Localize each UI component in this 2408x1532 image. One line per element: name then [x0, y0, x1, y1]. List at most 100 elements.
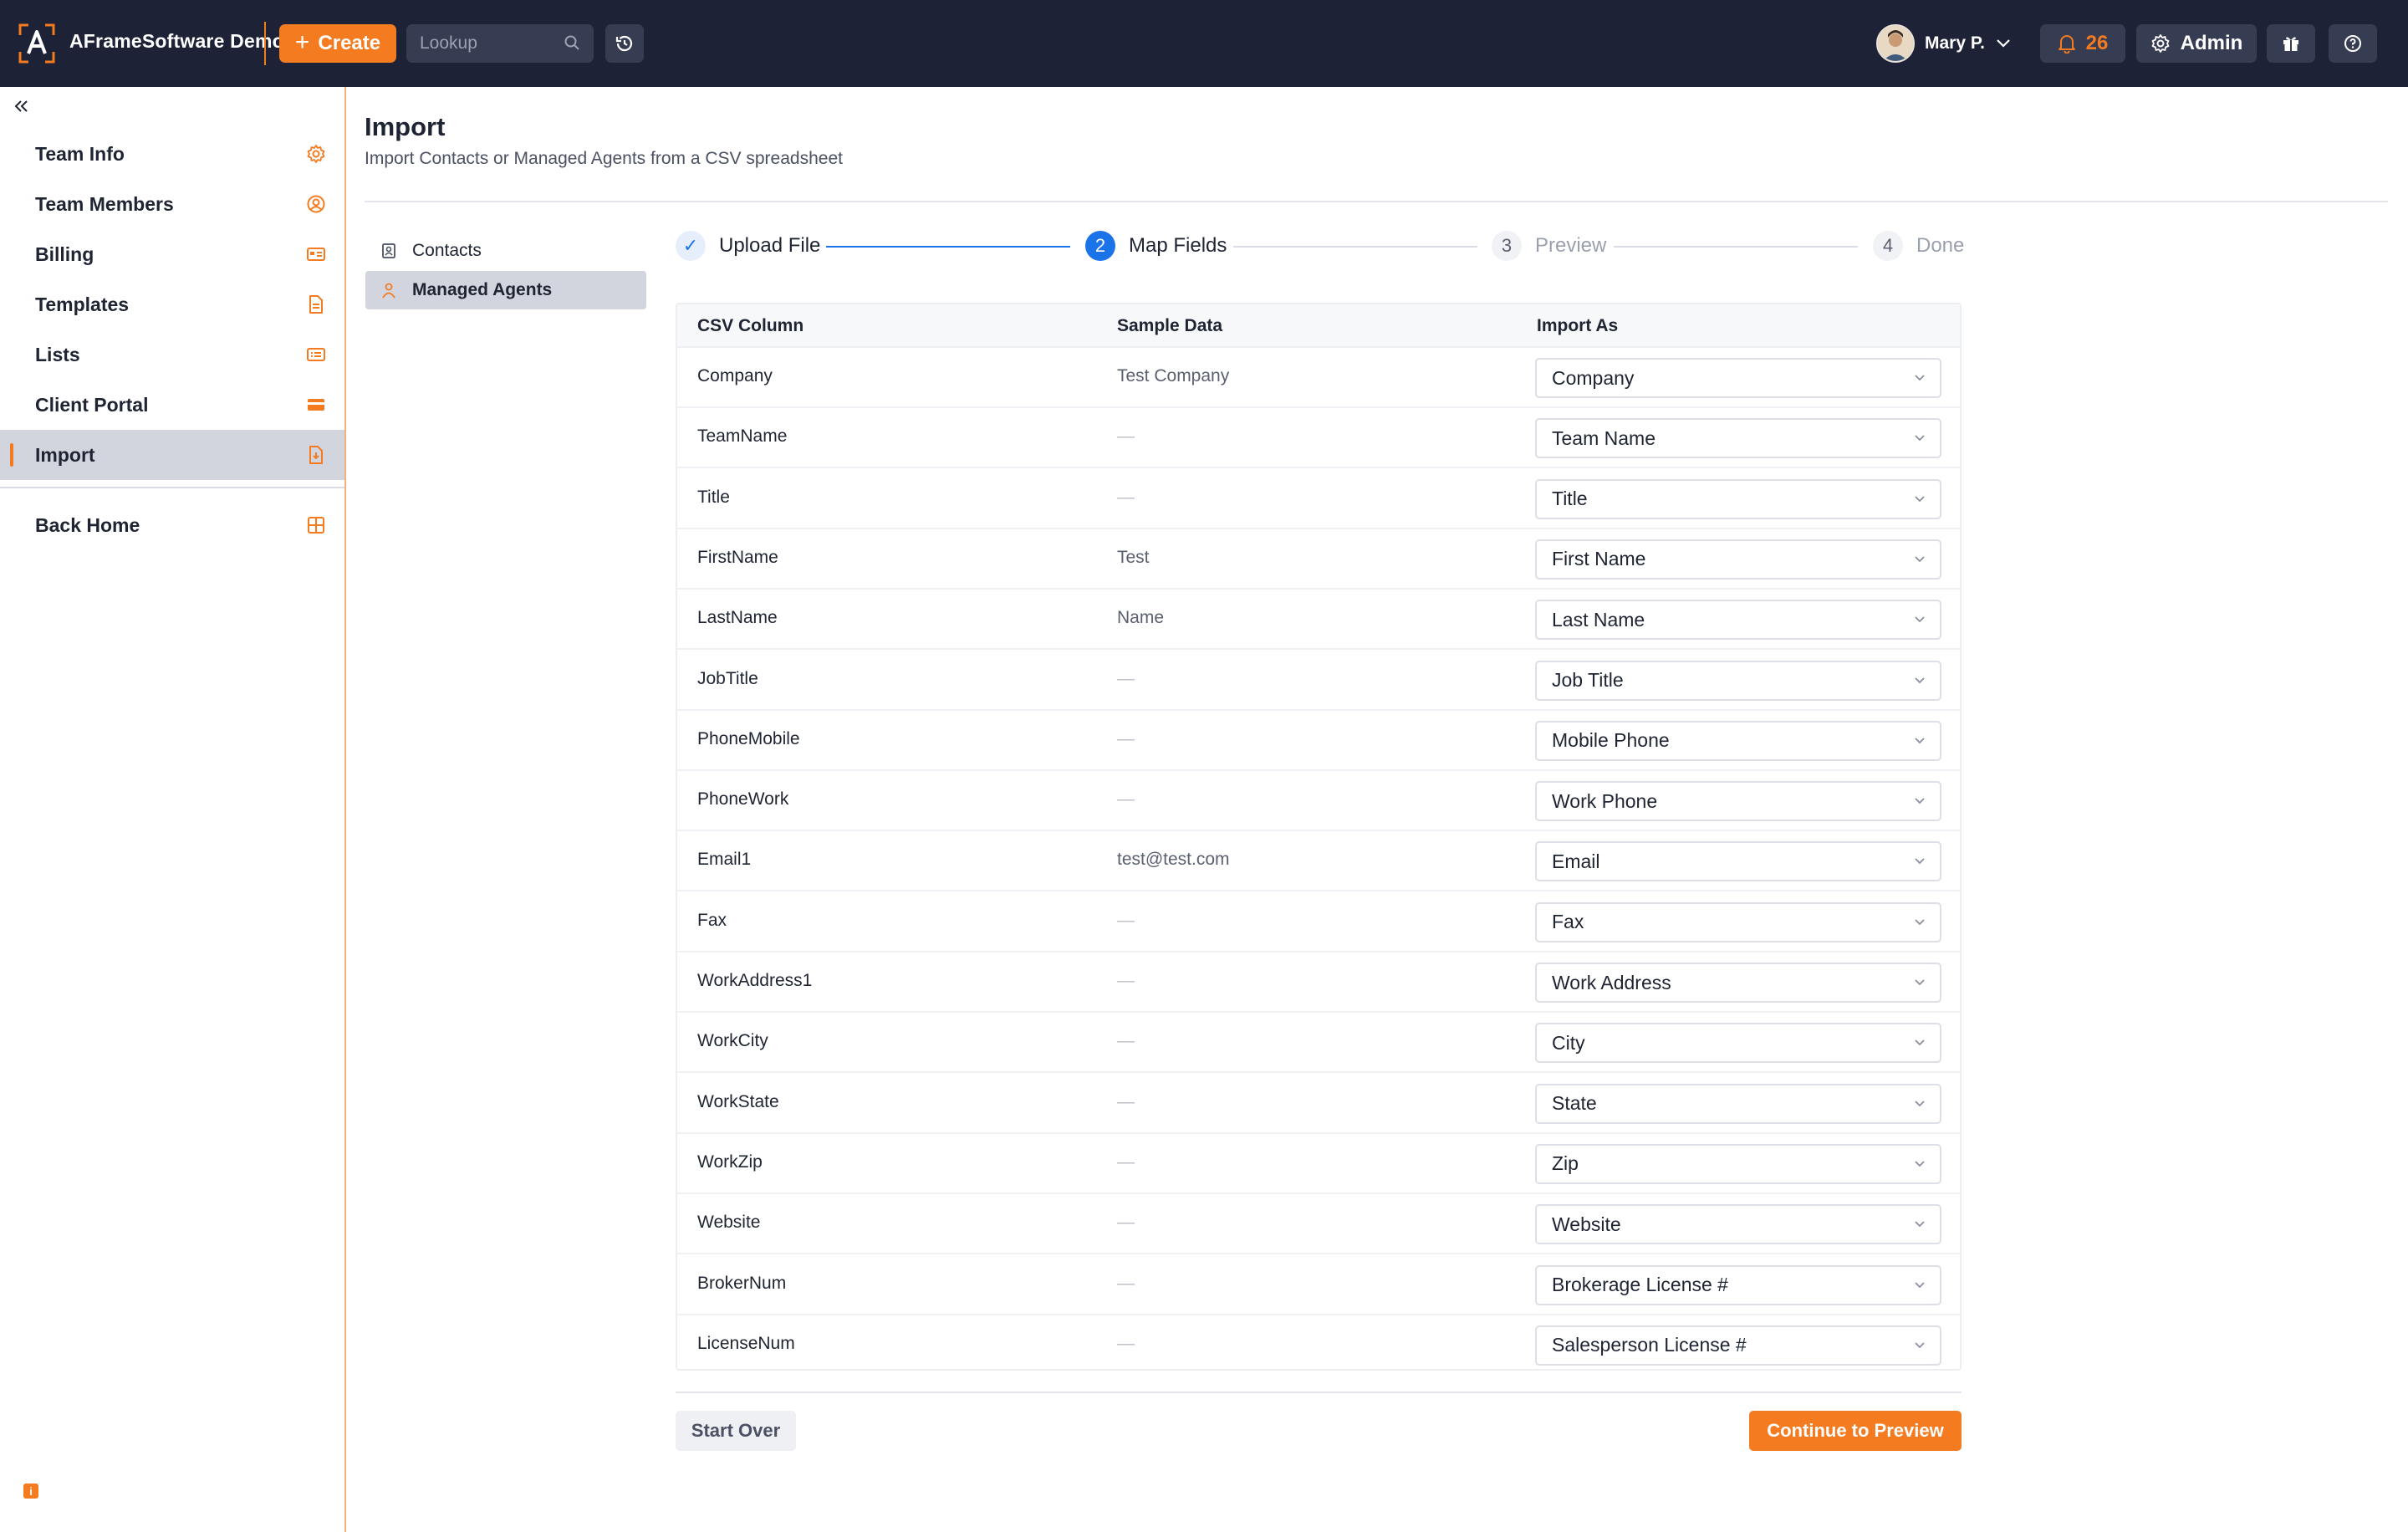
create-button[interactable]: + Create	[279, 24, 396, 63]
csv-column-cell: Title	[697, 487, 730, 507]
sidebar-item-team-members[interactable]: Team Members	[0, 179, 344, 229]
import-as-select[interactable]: Team Name	[1535, 418, 1941, 459]
sample-data-cell: Test Company	[1117, 366, 1230, 386]
import-as-select[interactable]: Title	[1535, 478, 1941, 519]
aframe-logo-icon[interactable]	[18, 23, 55, 64]
user-menu[interactable]: Mary P.	[1876, 23, 2012, 64]
csv-column-cell: TeamName	[697, 426, 788, 447]
import-as-select[interactable]: Job Title	[1535, 660, 1941, 701]
history-icon	[615, 35, 633, 52]
table-row: Title — Title	[677, 469, 1960, 529]
csv-column-cell: WorkCity	[697, 1031, 768, 1051]
avatar[interactable]	[1876, 24, 1915, 63]
chevron-down-icon	[1915, 979, 1925, 986]
sidebar-item-back-home[interactable]: Back Home	[0, 500, 344, 550]
sample-data-cell: —	[1117, 1213, 1135, 1233]
lookup-search[interactable]	[406, 24, 594, 63]
chevron-down-icon	[1915, 1039, 1925, 1046]
sample-data-cell: —	[1117, 1091, 1135, 1111]
collapse-sidebar-icon[interactable]	[12, 97, 30, 115]
sidebar-item-billing[interactable]: Billing	[0, 229, 344, 279]
chevron-down-icon	[1915, 798, 1925, 804]
lookup-input[interactable]	[420, 33, 554, 54]
sample-data-cell: —	[1117, 1031, 1135, 1051]
sidebar-item-client-portal[interactable]: Client Portal	[0, 380, 344, 430]
user-circle-icon	[307, 195, 325, 213]
step-number: 2	[1085, 231, 1115, 261]
import-as-value: Team Name	[1552, 426, 1656, 449]
sidebar-item-templates[interactable]: Templates	[0, 279, 344, 329]
column-header-import-as: Import As	[1537, 316, 1619, 335]
import-as-select[interactable]: State	[1535, 1083, 1941, 1124]
import-as-select[interactable]: Company	[1535, 358, 1941, 398]
table-row: WorkZip — Zip	[677, 1134, 1960, 1194]
step-number: 3	[1492, 231, 1522, 261]
page-subtitle: Import Contacts or Managed Agents from a…	[365, 149, 843, 168]
sample-data-cell: —	[1117, 426, 1135, 447]
import-as-select[interactable]: Work Address	[1535, 963, 1941, 1003]
sample-data-cell: —	[1117, 910, 1135, 930]
chevron-down-icon	[1915, 435, 1925, 442]
chevron-down-icon	[1915, 1281, 1925, 1288]
chevron-down-icon	[1915, 1100, 1925, 1106]
step-done[interactable]: 4 Done	[1873, 229, 1964, 263]
import-as-select[interactable]: Fax	[1535, 901, 1941, 942]
chevron-down-icon	[1915, 919, 1925, 925]
subnav-item-managed-agents[interactable]: Managed Agents	[365, 271, 646, 309]
import-as-value: Last Name	[1552, 608, 1645, 631]
step-map-fields[interactable]: 2 Map Fields	[1085, 229, 1227, 263]
sidebar-item-label: Templates	[35, 293, 130, 315]
history-button[interactable]	[605, 24, 644, 63]
notification-count: 26	[2085, 32, 2109, 54]
notifications-button[interactable]: 26	[2040, 24, 2125, 63]
sidebar-item-label: Import	[35, 443, 95, 466]
help-icon	[2344, 35, 2361, 52]
continue-to-preview-button[interactable]: Continue to Preview	[1749, 1411, 1962, 1451]
import-as-select[interactable]: Brokerage License #	[1535, 1264, 1941, 1305]
column-header-csv-column: CSV Column	[697, 316, 804, 335]
sample-data-cell: —	[1117, 1333, 1135, 1353]
subnav-item-contacts[interactable]: Contacts	[365, 232, 646, 270]
step-upload-file[interactable]: ✓ Upload File	[676, 229, 820, 263]
import-as-value: State	[1552, 1092, 1597, 1115]
csv-column-cell: LastName	[697, 608, 778, 628]
table-row: LicenseNum — Salesperson License #	[677, 1315, 1960, 1376]
help-button[interactable]	[2329, 24, 2377, 63]
import-as-select[interactable]: Mobile Phone	[1535, 720, 1941, 761]
admin-button[interactable]: Admin	[2136, 24, 2257, 63]
import-as-select[interactable]: Zip	[1535, 1143, 1941, 1184]
list-card-icon	[307, 348, 325, 361]
start-over-button[interactable]: Start Over	[676, 1411, 796, 1451]
import-as-value: Website	[1552, 1213, 1621, 1235]
info-icon[interactable]: i	[23, 1483, 38, 1499]
sample-data-cell: —	[1117, 487, 1135, 507]
import-as-select[interactable]: Salesperson License #	[1535, 1325, 1941, 1366]
sidebar-item-import[interactable]: Import	[0, 430, 344, 480]
import-as-select[interactable]: Last Name	[1535, 600, 1941, 641]
table-header: CSV Column Sample Data Import As	[677, 304, 1960, 348]
chevron-down-icon	[1915, 677, 1925, 683]
sidebar-item-lists[interactable]: Lists	[0, 329, 344, 380]
csv-column-cell: WorkZip	[697, 1152, 763, 1172]
step-preview[interactable]: 3 Preview	[1492, 229, 1606, 263]
sidebar-item-label: Billing	[35, 243, 94, 265]
plus-icon: +	[294, 28, 310, 56]
gift-button[interactable]	[2267, 24, 2315, 63]
import-as-select[interactable]: City	[1535, 1023, 1941, 1064]
grid-icon	[308, 517, 324, 534]
sidebar-item-team-info[interactable]: Team Info	[0, 129, 344, 179]
import-as-select[interactable]: First Name	[1535, 539, 1941, 580]
sidebar-item-label: Team Members	[35, 192, 174, 215]
import-as-value: Salesperson License #	[1552, 1334, 1747, 1356]
sample-data-cell: Name	[1117, 608, 1165, 628]
import-as-select[interactable]: Email	[1535, 841, 1941, 882]
table-row: PhoneMobile — Mobile Phone	[677, 711, 1960, 771]
brand-name[interactable]: AFrameSoftware Demo	[69, 30, 284, 53]
import-document-icon	[309, 446, 323, 464]
import-as-value: Fax	[1552, 911, 1584, 933]
step-connector	[1614, 246, 1858, 248]
import-as-select[interactable]: Work Phone	[1535, 781, 1941, 822]
import-as-select[interactable]: Website	[1535, 1204, 1941, 1245]
sample-data-cell: —	[1117, 1273, 1135, 1293]
gift-icon	[2283, 37, 2298, 51]
